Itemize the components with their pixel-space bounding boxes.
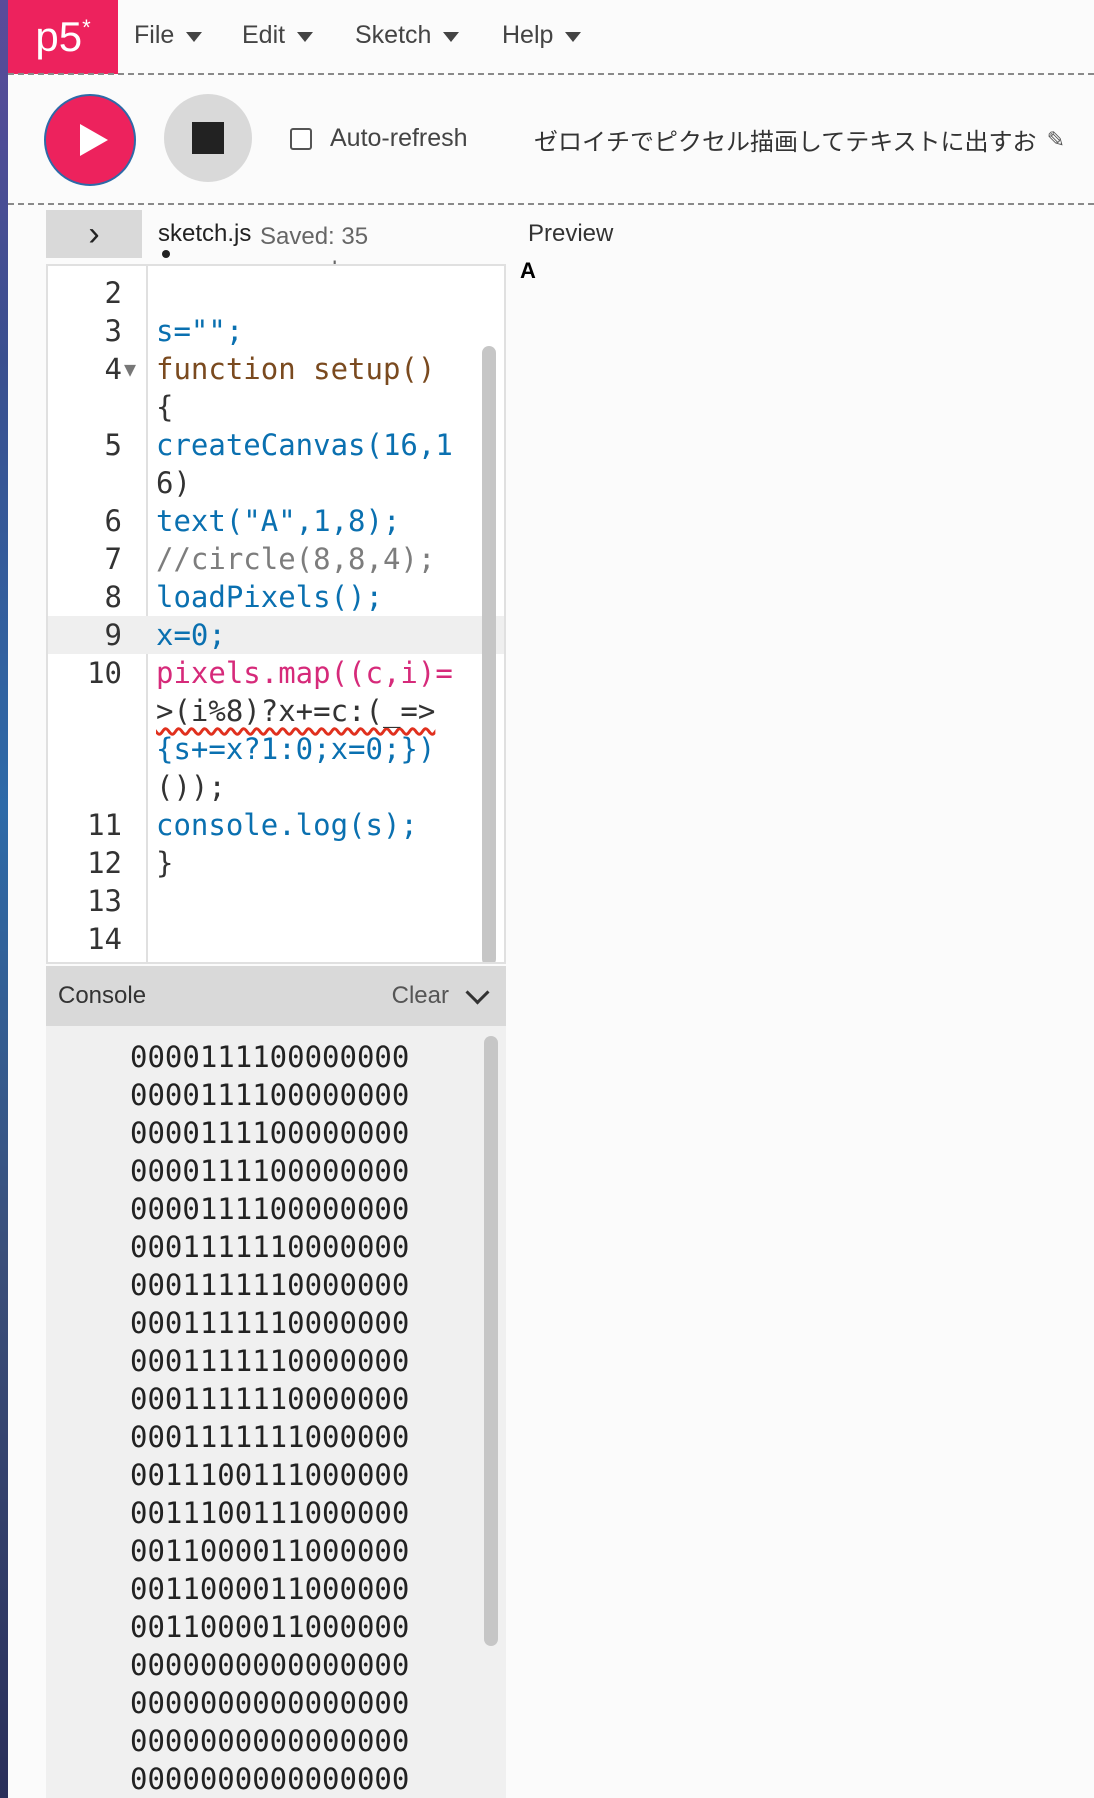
- unsaved-dot-icon: [162, 250, 170, 258]
- stop-button[interactable]: [164, 94, 252, 182]
- menu-file[interactable]: File: [134, 0, 203, 70]
- console-line: 0001111110000000: [130, 1268, 410, 1302]
- console-line: 0000111100000000: [130, 1192, 410, 1226]
- code-text: {: [156, 390, 174, 424]
- console-line: 0000111100000000: [130, 1078, 410, 1112]
- console-line: 0000000000000000: [130, 1724, 410, 1758]
- code-text: ());: [156, 770, 226, 804]
- chevron-down-icon: [443, 32, 460, 42]
- file-tab[interactable]: sketch.js: [158, 220, 251, 248]
- console-line: 0000000000000000: [130, 1762, 410, 1796]
- pencil-icon[interactable]: ✎: [1047, 127, 1065, 153]
- code-text: s="";: [156, 314, 244, 348]
- line-number: 11: [87, 808, 122, 842]
- console-output: 0000111100000000 0000111100000000 000011…: [46, 1026, 506, 1798]
- console-line: 0001111110000000: [130, 1306, 410, 1340]
- line-number: 5: [104, 428, 122, 462]
- toolbar-divider: [8, 203, 1094, 205]
- chevron-down-icon: [297, 32, 314, 42]
- line-number: 7: [104, 542, 122, 576]
- menu-sketch-label: Sketch: [355, 20, 432, 49]
- auto-refresh-label: Auto-refresh: [330, 124, 468, 152]
- console-line: 0000111100000000: [130, 1154, 410, 1188]
- console-line: 0001111111000000: [130, 1420, 410, 1454]
- desktop-edge: [0, 0, 8, 1798]
- project-title-text: ゼロイチでピクセル描画してテキストに出すお: [534, 129, 1037, 156]
- console-line: 0001111110000000: [130, 1382, 410, 1416]
- menu-help-label: Help: [502, 20, 554, 49]
- code-text: }: [156, 846, 174, 880]
- logo-text: p5: [35, 13, 83, 60]
- menu-edit-label: Edit: [242, 20, 286, 49]
- console-line: 0001111110000000: [130, 1230, 410, 1264]
- code-text: createCanvas(16,1: [156, 428, 453, 462]
- line-number: 14: [87, 922, 122, 956]
- chevron-down-icon: [186, 32, 203, 42]
- p5-logo[interactable]: p5 *: [8, 0, 118, 74]
- line-number: 3: [104, 314, 122, 348]
- menu-file-label: File: [134, 20, 175, 49]
- console-line: 0000000000000000: [130, 1648, 410, 1682]
- line-number: 8: [104, 580, 122, 614]
- line-number: 4: [104, 352, 122, 386]
- console-clear-button[interactable]: Clear: [392, 982, 449, 1010]
- console-title: Console: [58, 982, 147, 1009]
- console-scrollbar[interactable]: [484, 1036, 498, 1646]
- play-button[interactable]: [44, 94, 136, 186]
- auto-refresh-checkbox[interactable]: [290, 127, 312, 150]
- fold-arrow-icon[interactable]: ▼: [124, 350, 136, 388]
- console-line: 0011000011000000: [130, 1610, 410, 1644]
- menu-help[interactable]: Help: [502, 0, 582, 70]
- menu-edit[interactable]: Edit: [242, 0, 314, 70]
- line-number: 2: [104, 276, 122, 310]
- code-text: //circle(8,8,4);: [156, 542, 436, 576]
- auto-refresh-toggle[interactable]: Auto-refresh: [290, 124, 468, 153]
- line-number: 13: [87, 884, 122, 918]
- editor-scrollbar[interactable]: [482, 346, 496, 962]
- console-line: 0000111100000000: [130, 1040, 410, 1074]
- code-line-active[interactable]: 9 x=0;: [48, 616, 504, 654]
- code-text: pixels.map((c,i)=: [156, 656, 453, 690]
- preview-label: Preview: [528, 220, 614, 247]
- console-line: 0001111110000000: [130, 1344, 410, 1378]
- code-text: text("A",1,8);: [156, 504, 401, 538]
- console-line: 0011000011000000: [130, 1534, 410, 1568]
- header-divider: [8, 73, 1094, 75]
- console-line: 0011100111000000: [130, 1458, 410, 1492]
- logo-asterisk: *: [82, 15, 91, 40]
- chevron-down-icon: [565, 32, 582, 42]
- code-text: x=0;: [156, 618, 226, 652]
- console-line: 0000111100000000: [130, 1116, 410, 1150]
- line-number: 9: [104, 618, 122, 652]
- code-text: {s+=x?1:0;x=0;}): [156, 732, 436, 766]
- line-number: 12: [87, 846, 122, 880]
- saved-status: Saved: 35 seconds ago: [260, 223, 396, 264]
- line-number: 10: [87, 656, 122, 690]
- code-text: >(i%8)?x+=c:(_=>: [156, 694, 436, 728]
- console-line: 0000000000000000: [130, 1686, 410, 1720]
- code-text: loadPixels();: [156, 580, 383, 614]
- collapse-console-icon[interactable]: [465, 979, 490, 1005]
- project-title[interactable]: ゼロイチでピクセル描画してテキストに出すお ✎: [534, 122, 1065, 157]
- line-number: 6: [104, 504, 122, 538]
- code-text: console.log(s);: [156, 808, 418, 842]
- console-line: 0011100111000000: [130, 1496, 410, 1530]
- code-text: function setup(): [156, 352, 436, 386]
- console-line: 0011000011000000: [130, 1572, 410, 1606]
- preview-canvas: A: [520, 258, 536, 283]
- code-editor[interactable]: 2 3 s=""; 4 ▼ function setup() { 5 creat…: [46, 264, 506, 964]
- code-text: 6): [156, 466, 191, 500]
- menu-sketch[interactable]: Sketch: [355, 0, 460, 70]
- console-header: Console Clear: [46, 966, 506, 1026]
- expand-sidebar-button[interactable]: ›: [46, 210, 142, 258]
- chevron-right-icon: ›: [88, 214, 100, 253]
